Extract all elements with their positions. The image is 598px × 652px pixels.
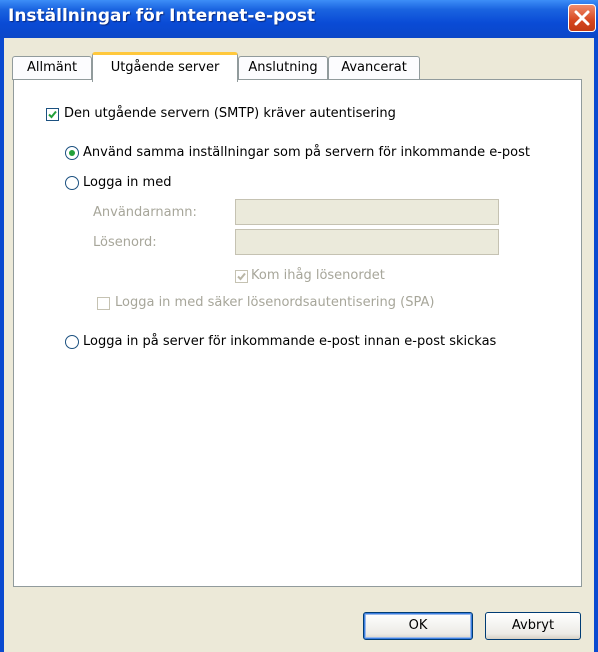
checkmark-icon bbox=[48, 110, 57, 119]
smtp-auth-checkbox[interactable] bbox=[46, 108, 59, 121]
password-label: Lösenord: bbox=[93, 235, 157, 250]
ok-button[interactable]: OK bbox=[363, 612, 473, 640]
spa-checkbox[interactable] bbox=[97, 297, 110, 310]
tab-utgaende-server[interactable]: Utgående server bbox=[92, 52, 238, 82]
tab-allmant[interactable]: Allmänt bbox=[12, 56, 92, 80]
remember-password-checkbox[interactable] bbox=[235, 270, 248, 283]
tab-avancerat[interactable]: Avancerat bbox=[328, 56, 420, 80]
spa-label: Logga in med säker lösenordsautentiserin… bbox=[115, 295, 435, 310]
tab-panel: Den utgående servern (SMTP) kräver auten… bbox=[13, 79, 582, 587]
checkmark-icon bbox=[237, 272, 246, 281]
radio-login-with[interactable] bbox=[65, 176, 79, 190]
radio-login-with-label: Logga in med bbox=[83, 175, 172, 190]
dialog-window: Inställningar för Internet-e-post Allmän… bbox=[0, 0, 598, 652]
title-bar[interactable]: Inställningar för Internet-e-post bbox=[0, 0, 598, 38]
tab-anslutning[interactable]: Anslutning bbox=[238, 56, 328, 80]
cancel-button[interactable]: Avbryt bbox=[485, 612, 581, 640]
radio-login-before-send[interactable] bbox=[65, 335, 79, 349]
radio-same-settings-label: Använd samma inställningar som på server… bbox=[83, 145, 531, 160]
window-title: Inställningar för Internet-e-post bbox=[8, 6, 316, 26]
close-button[interactable] bbox=[568, 4, 596, 32]
radio-login-before-send-label: Logga in på server för inkommande e-post… bbox=[83, 334, 497, 349]
remember-password-label: Kom ihåg lösenordet bbox=[251, 268, 385, 283]
radio-same-settings[interactable] bbox=[65, 146, 79, 160]
username-label: Användarnamn: bbox=[93, 205, 197, 220]
radio-selected-dot bbox=[69, 150, 75, 156]
smtp-auth-label: Den utgående servern (SMTP) kräver auten… bbox=[64, 106, 396, 121]
close-icon bbox=[574, 10, 590, 26]
username-field[interactable] bbox=[235, 199, 499, 225]
password-field[interactable] bbox=[235, 229, 499, 255]
